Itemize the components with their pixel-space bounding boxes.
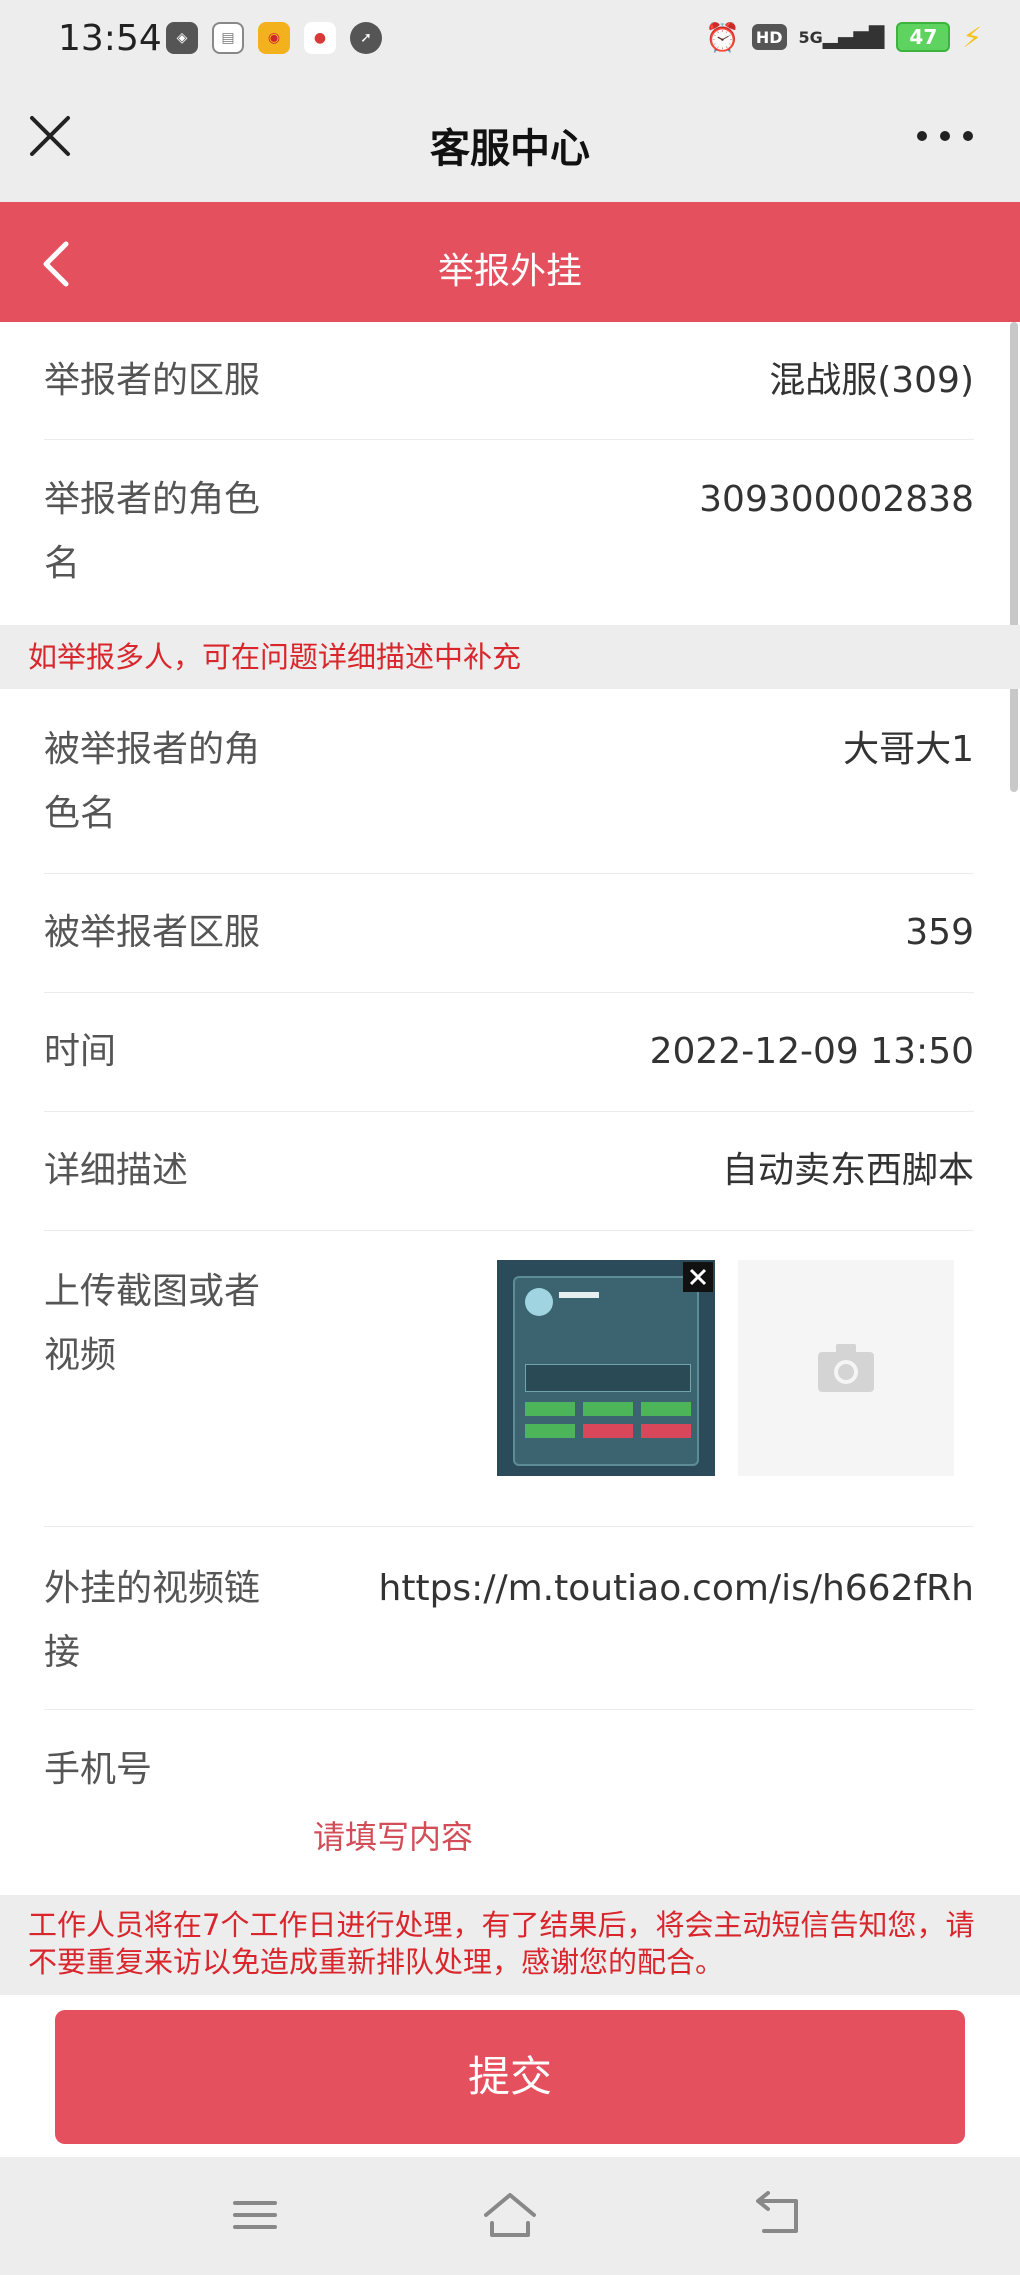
reporter-role-row[interactable]: 举报者的角色名 309300002838 <box>44 440 974 625</box>
nav-title: 举报外挂 <box>437 251 582 292</box>
thumbnail-red-button <box>641 1424 691 1438</box>
map-pin-icon: ● <box>304 22 336 54</box>
alarm-icon: ⏰ <box>704 20 740 54</box>
processing-notice: 工作人员将在7个工作日进行处理，有了结果后，将会主动短信告知您，请不要重复来访以… <box>0 1895 1020 1995</box>
status-bar: 13:54 ◈ ▤ ◉ ● ➚ ⏰ HD 5G ▂▄▆█ 47 ⚡ <box>0 0 1020 80</box>
back-nav-icon[interactable] <box>748 2187 808 2243</box>
page-title: 客服中心 <box>430 126 590 172</box>
reported-role-value: 大哥大1 <box>843 729 974 770</box>
status-time: 13:54 <box>58 18 162 59</box>
mini-program-header: 客服中心 <box>0 80 1020 202</box>
reporter-server-row[interactable]: 举报者的区服 混战服(309) <box>44 322 974 440</box>
thumbnail-avatar <box>525 1288 553 1316</box>
thumbnail-text-box <box>525 1364 691 1392</box>
reporter-server-value: 混战服(309) <box>769 360 974 401</box>
time-label: 时间 <box>44 1031 117 1072</box>
phone-label: 手机号 <box>44 1749 153 1790</box>
uploaded-screenshot-thumbnail[interactable] <box>497 1260 715 1476</box>
reported-role-row[interactable]: 被举报者的角色名 大哥大1 <box>44 689 974 874</box>
upload-label: 上传截图或者视频 <box>44 1271 261 1376</box>
thumbnail-green-button <box>583 1402 633 1416</box>
submit-button[interactable]: 提交 <box>55 2010 965 2144</box>
reporter-role-value: 309300002838 <box>699 479 974 520</box>
thumbnail-green-button <box>641 1402 691 1416</box>
compass-icon: ➚ <box>350 22 382 54</box>
notification-icons: ◈ ▤ ◉ ● ➚ <box>166 22 382 54</box>
reporter-role-label: 举报者的角色名 <box>44 479 261 584</box>
system-navigation-bar <box>0 2157 1020 2275</box>
system-icons: ⏰ HD 5G ▂▄▆█ 47 ⚡ <box>705 20 982 54</box>
add-media-button[interactable] <box>738 1260 954 1476</box>
description-value: 自动卖东西脚本 <box>721 1150 974 1191</box>
thumbnail-name-bar <box>559 1292 599 1298</box>
home-icon[interactable] <box>480 2187 540 2243</box>
time-row[interactable]: 时间 2022-12-09 13:50 <box>44 993 974 1112</box>
description-label: 详细描述 <box>44 1150 189 1191</box>
video-link-label: 外挂的视频链接 <box>44 1568 261 1673</box>
video-link-value: https://m.toutiao.com/is/h662fRh <box>378 1568 974 1609</box>
thumbnail-green-button <box>525 1402 575 1416</box>
app-badge-icon: ◉ <box>258 22 290 54</box>
thumbnail-game-panel <box>513 1276 699 1466</box>
description-row[interactable]: 详细描述 自动卖东西脚本 <box>44 1112 974 1231</box>
phone-row: 手机号 <box>44 1710 974 1895</box>
video-link-row[interactable]: 外挂的视频链接 https://m.toutiao.com/is/h662fRh <box>44 1527 974 1710</box>
reporter-server-label: 举报者的区服 <box>44 360 261 401</box>
reported-server-value: 359 <box>905 912 974 953</box>
more-options-icon[interactable] <box>912 118 978 154</box>
signal-5g-icon: 5G ▂▄▆█ <box>798 25 885 49</box>
thumbnail-red-button <box>583 1424 633 1438</box>
network-label: 5G <box>798 27 823 47</box>
document-icon: ▤ <box>212 22 244 54</box>
thumbnail-green-button <box>525 1424 575 1438</box>
reported-role-label: 被举报者的角色名 <box>44 729 261 834</box>
report-nav-bar: 举报外挂 <box>0 202 1020 322</box>
reported-server-label: 被举报者区服 <box>44 912 261 953</box>
remove-image-icon[interactable] <box>683 1262 713 1292</box>
phone-input[interactable]: 请填写内容 <box>313 1812 473 1858</box>
camera-icon <box>818 1344 874 1392</box>
reported-server-row[interactable]: 被举报者区服 359 <box>44 874 974 993</box>
app-notification-icon: ◈ <box>166 22 198 54</box>
menu-icon[interactable] <box>225 2187 285 2243</box>
multi-report-notice: 如举报多人，可在问题详细描述中补充 <box>0 625 1020 689</box>
hd-icon: HD <box>751 24 787 50</box>
charging-icon: ⚡ <box>962 20 982 54</box>
scrollbar[interactable] <box>1010 322 1018 792</box>
battery-icon: 47 <box>896 22 951 52</box>
time-value: 2022-12-09 13:50 <box>649 1031 974 1072</box>
